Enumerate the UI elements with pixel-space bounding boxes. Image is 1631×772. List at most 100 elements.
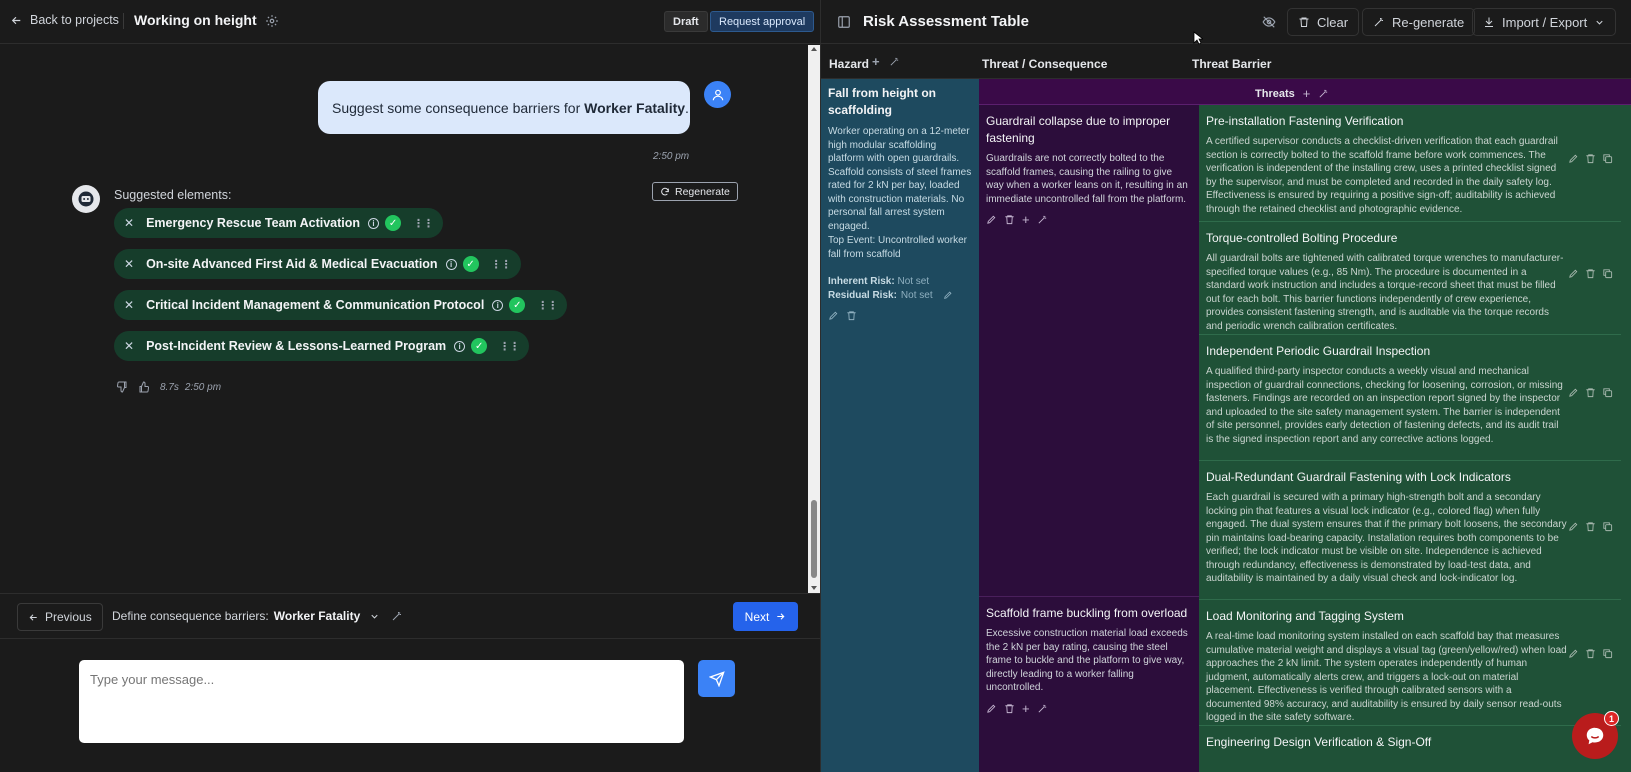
trash-icon[interactable]: [846, 310, 857, 321]
message-input[interactable]: [79, 660, 684, 743]
trash-icon[interactable]: [1585, 153, 1596, 164]
gear-icon[interactable]: [265, 14, 279, 28]
magic-wand-icon[interactable]: [391, 610, 403, 622]
copy-icon[interactable]: [1602, 153, 1613, 164]
edit-icon[interactable]: [1568, 153, 1579, 164]
trash-icon[interactable]: [1585, 521, 1596, 532]
chip-label: Emergency Rescue Team Activation: [146, 216, 361, 230]
user-message-prefix: Suggest some consequence barriers for: [332, 99, 585, 116]
check-icon[interactable]: ✓: [471, 338, 488, 354]
clear-button[interactable]: Clear: [1287, 8, 1360, 36]
info-icon[interactable]: i: [492, 299, 504, 311]
barrier-title: Pre-installation Fastening Verification: [1206, 114, 1404, 128]
threat-column: Guardrail collapse due to improper faste…: [979, 105, 1199, 772]
copy-icon[interactable]: [1602, 268, 1613, 279]
hazard-cell[interactable]: Fall from height on scaffolding Worker o…: [821, 79, 979, 772]
barrier-actions: [1568, 153, 1613, 164]
info-icon[interactable]: i: [368, 217, 380, 229]
drag-handle-icon[interactable]: ⋮⋮: [413, 217, 434, 230]
next-button[interactable]: Next: [733, 602, 798, 631]
previous-button[interactable]: Previous: [17, 603, 103, 631]
mouse-cursor-icon: [1193, 31, 1203, 45]
copy-icon[interactable]: [1602, 521, 1613, 532]
barrier-cell[interactable]: Pre-installation Fastening Verification …: [1199, 105, 1621, 222]
eye-off-icon[interactable]: [1262, 15, 1276, 29]
scrollbar-thumb[interactable]: [811, 500, 817, 578]
arrow-left-icon: [10, 14, 23, 27]
info-icon[interactable]: i: [445, 258, 457, 270]
magic-wand-icon[interactable]: [1037, 703, 1048, 714]
add-icon[interactable]: +: [1022, 702, 1030, 715]
edit-icon[interactable]: [986, 703, 997, 714]
barrier-title: Independent Periodic Guardrail Inspectio…: [1206, 344, 1431, 358]
barrier-actions: [1568, 268, 1613, 279]
send-button[interactable]: [698, 660, 735, 697]
trash-icon[interactable]: [1585, 387, 1596, 398]
drag-handle-icon[interactable]: ⋮⋮: [499, 340, 520, 353]
check-icon[interactable]: ✓: [509, 297, 526, 313]
suggested-chip[interactable]: ✕ On-site Advanced First Aid & Medical E…: [114, 249, 521, 279]
add-icon[interactable]: +: [1022, 213, 1030, 226]
trash-icon[interactable]: [1004, 703, 1015, 714]
edit-icon[interactable]: [1568, 268, 1579, 279]
drag-handle-icon[interactable]: ⋮⋮: [491, 258, 512, 271]
thumbs-down-icon[interactable]: [116, 381, 128, 393]
edit-icon[interactable]: [1568, 648, 1579, 659]
trash-icon[interactable]: [1004, 214, 1015, 225]
edit-icon[interactable]: [1568, 387, 1579, 398]
threat-cell[interactable]: Guardrail collapse due to improper faste…: [979, 105, 1199, 597]
barrier-description: All guardrail bolts are tightened with c…: [1206, 253, 1564, 332]
edit-risk-icon[interactable]: [943, 290, 953, 300]
barrier-actions: [1568, 648, 1613, 659]
copy-icon[interactable]: [1602, 648, 1613, 659]
arrow-right-icon: [775, 611, 786, 622]
threats-section-header: Threats +: [979, 79, 1631, 105]
thumbs-up-icon[interactable]: [138, 381, 150, 393]
barrier-cell[interactable]: Dual-Redundant Guardrail Fastening with …: [1199, 461, 1621, 600]
edit-icon[interactable]: [828, 310, 839, 321]
info-icon[interactable]: i: [454, 340, 466, 352]
magic-wand-icon[interactable]: [1318, 88, 1329, 99]
regenerate-suggestions-button[interactable]: Regenerate: [652, 182, 738, 201]
risk-levels: Inherent Risk: Not set Residual Risk: No…: [828, 275, 972, 302]
suggested-chip[interactable]: ✕ Emergency Rescue Team Activation i ✓ ⋮…: [114, 208, 444, 238]
barrier-cell[interactable]: Load Monitoring and Tagging System A rea…: [1199, 600, 1621, 726]
remove-icon[interactable]: ✕: [124, 298, 134, 312]
request-approval-button[interactable]: Request approval: [710, 11, 815, 32]
step-selector[interactable]: Define consequence barriers: Worker Fata…: [112, 609, 403, 623]
back-to-projects-link[interactable]: Back to projects: [10, 13, 119, 27]
add-threat-icon[interactable]: +: [1303, 86, 1311, 101]
sidebar-toggle-icon[interactable]: [837, 15, 851, 29]
chat-scrollbar[interactable]: [808, 45, 820, 593]
suggested-chip[interactable]: ✕ Post-Incident Review & Lessons-Learned…: [114, 331, 530, 361]
magic-wand-icon[interactable]: [889, 56, 900, 67]
regenerate-button[interactable]: Re-generate: [1362, 8, 1476, 36]
edit-icon[interactable]: [986, 214, 997, 225]
barrier-cell[interactable]: Independent Periodic Guardrail Inspectio…: [1199, 335, 1621, 461]
magic-wand-icon[interactable]: [1037, 214, 1048, 225]
barrier-cell[interactable]: Torque-controlled Bolting Procedure All …: [1199, 222, 1621, 335]
import-export-dropdown[interactable]: Import / Export: [1472, 8, 1617, 36]
assistant-avatar: [72, 185, 100, 213]
edit-icon[interactable]: [1568, 521, 1579, 532]
barrier-cell[interactable]: Engineering Design Verification & Sign-O…: [1199, 726, 1621, 772]
threat-cell[interactable]: Scaffold frame buckling from overload Ex…: [979, 597, 1199, 772]
barrier-description: A certified supervisor conducts a checkl…: [1206, 136, 1558, 215]
regenerate-label: Re-generate: [1392, 14, 1465, 30]
check-icon[interactable]: ✓: [385, 215, 402, 231]
trash-icon[interactable]: [1585, 268, 1596, 279]
suggested-chip[interactable]: ✕ Critical Incident Management & Communi…: [114, 290, 568, 320]
check-icon[interactable]: ✓: [462, 256, 479, 272]
message-composer: [0, 639, 820, 772]
barrier-actions: [1568, 521, 1613, 532]
chip-label: Post-Incident Review & Lessons-Learned P…: [146, 339, 447, 353]
drag-handle-icon[interactable]: ⋮⋮: [537, 299, 558, 312]
remove-icon[interactable]: ✕: [124, 339, 134, 353]
scroll-down-icon[interactable]: [811, 586, 817, 590]
add-hazard-icon[interactable]: +: [872, 54, 880, 69]
scroll-up-icon[interactable]: [811, 47, 817, 51]
trash-icon[interactable]: [1585, 648, 1596, 659]
copy-icon[interactable]: [1602, 387, 1613, 398]
remove-icon[interactable]: ✕: [124, 216, 134, 230]
remove-icon[interactable]: ✕: [124, 257, 134, 271]
